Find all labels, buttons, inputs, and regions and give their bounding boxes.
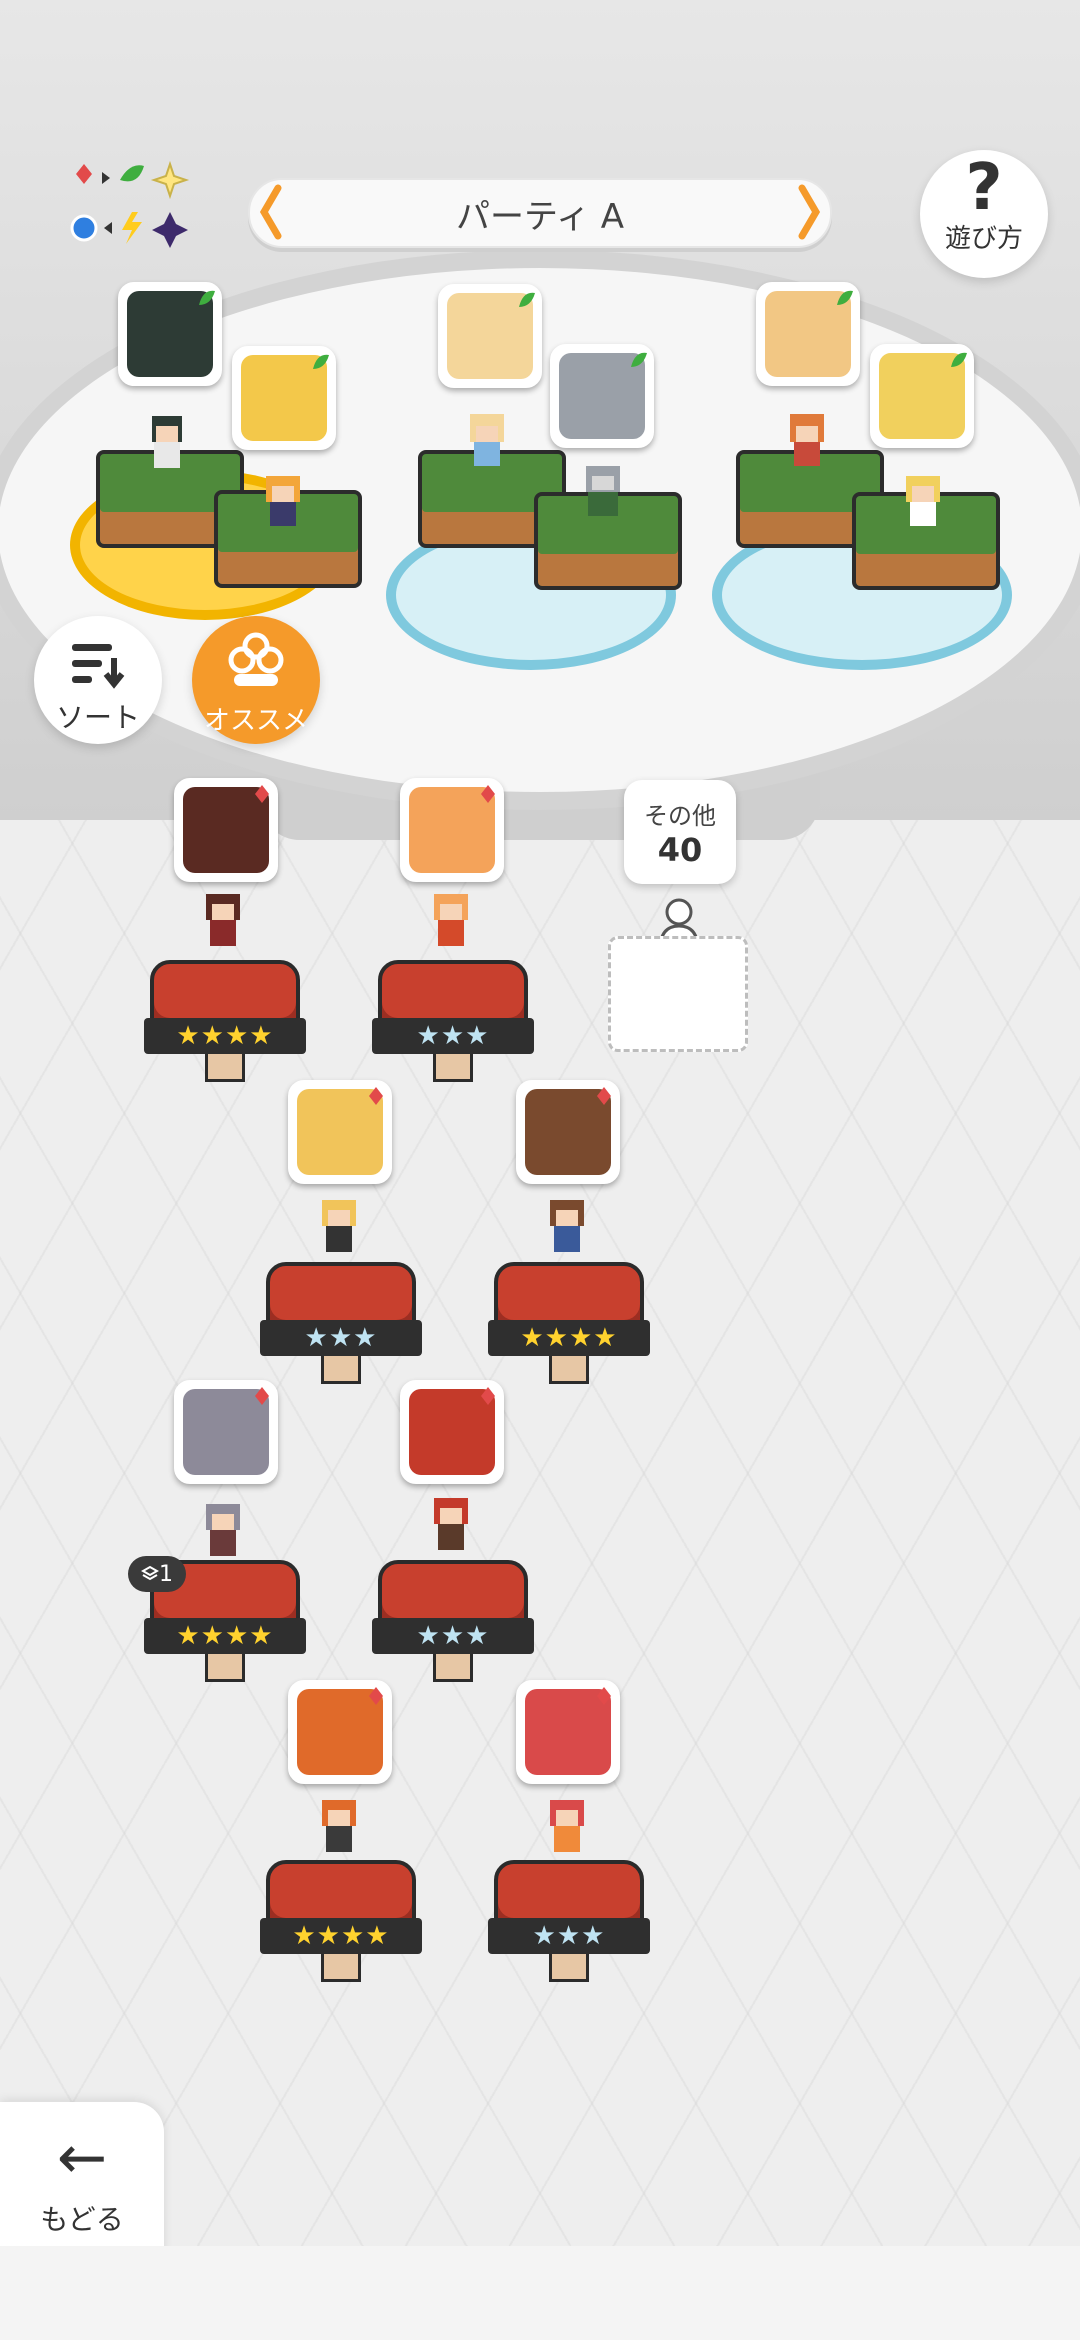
others-label: その他 — [644, 802, 716, 830]
unit-stand: ★★★ — [372, 960, 534, 1082]
fire-element-icon — [597, 1087, 611, 1105]
question-icon: ? — [965, 151, 1003, 225]
wind-element-icon — [951, 352, 967, 367]
rarity-stars: ★★★ — [488, 1918, 650, 1954]
unit-sprite — [322, 1200, 356, 1252]
unit-sprite — [322, 1800, 356, 1852]
flower-icon — [228, 632, 284, 686]
rarity-stars: ★★★ — [372, 1018, 534, 1054]
unit-sprite — [434, 1498, 468, 1550]
party-title: パーティ A — [455, 196, 625, 237]
rarity-stars: ★★★ — [372, 1618, 534, 1654]
back-label: もどる — [40, 2203, 124, 2236]
unit-stand: ★★★ — [260, 1262, 422, 1384]
unit-portrait[interactable] — [118, 282, 222, 386]
wind-element-icon — [199, 290, 215, 305]
help-button[interactable]: ? 遊び方 — [920, 150, 1048, 278]
wind-element-icon — [631, 352, 647, 367]
sort-label: ソート — [55, 701, 140, 734]
rarity-stars: ★★★ — [260, 1320, 422, 1356]
unit-portrait[interactable] — [756, 282, 860, 386]
unit-portrait[interactable] — [870, 344, 974, 448]
unit-sprite — [550, 1200, 584, 1252]
back-button[interactable]: ← もどる — [0, 2102, 164, 2262]
unit-stand: ★★★★ — [260, 1860, 422, 1982]
fire-element-icon — [255, 1387, 269, 1405]
unit-stand: ★★★★ — [488, 1262, 650, 1384]
unit-portrait[interactable] — [400, 778, 504, 882]
fire-element-icon — [255, 785, 269, 803]
stack-count: 1 — [159, 1561, 173, 1587]
unit-sprite — [470, 414, 504, 466]
unit-sprite — [266, 476, 300, 526]
recommend-button[interactable]: オススメ — [192, 616, 320, 744]
fire-element-icon — [481, 1387, 495, 1405]
fire-element-icon — [597, 1687, 611, 1705]
unit-sprite — [434, 894, 468, 946]
unit-stand: ★★★★ — [144, 960, 306, 1082]
unit-sprite — [790, 414, 824, 466]
unit-stand: ★★★ — [488, 1860, 650, 1982]
element-chart-icon[interactable] — [62, 160, 202, 250]
recommend-label: オススメ — [203, 706, 308, 736]
unit-portrait[interactable] — [438, 284, 542, 388]
unit-portrait[interactable] — [400, 1380, 504, 1484]
fire-element-icon — [369, 1087, 383, 1105]
unit-portrait[interactable] — [288, 1680, 392, 1784]
unit-portrait[interactable] — [174, 778, 278, 882]
unit-sprite — [206, 1504, 240, 1556]
rarity-stars: ★★★★ — [144, 1618, 306, 1654]
sort-icon — [72, 644, 125, 689]
stack-badge: 1 — [128, 1556, 186, 1592]
unit-sprite — [152, 416, 182, 468]
unit-portrait[interactable] — [174, 1380, 278, 1484]
unit-portrait[interactable] — [550, 344, 654, 448]
chevron-right-icon[interactable] — [798, 184, 822, 240]
unit-portrait[interactable] — [516, 1680, 620, 1784]
wind-element-icon — [837, 290, 853, 305]
help-label: 遊び方 — [944, 224, 1023, 254]
navigation-bar — [0, 2246, 1080, 2340]
sort-button[interactable]: ソート — [34, 616, 162, 744]
unit-stand: ★★★ — [372, 1560, 534, 1682]
others-placeholder[interactable] — [608, 896, 748, 1056]
wind-element-icon — [313, 354, 329, 369]
rarity-stars: ★★★★ — [260, 1918, 422, 1954]
others-count-bubble[interactable]: その他 40 — [624, 780, 736, 884]
party-selector: パーティ A — [248, 178, 832, 248]
rarity-stars: ★★★★ — [144, 1018, 306, 1054]
wind-element-icon — [519, 292, 535, 307]
fire-element-icon — [369, 1687, 383, 1705]
unit-sprite — [206, 894, 240, 946]
unit-sprite — [550, 1800, 584, 1852]
fire-element-icon — [481, 785, 495, 803]
unit-portrait[interactable] — [288, 1080, 392, 1184]
rarity-stars: ★★★★ — [488, 1320, 650, 1356]
unit-sprite — [586, 466, 620, 516]
layers-icon — [141, 1565, 159, 1581]
unit-portrait[interactable] — [516, 1080, 620, 1184]
unit-sprite — [906, 476, 940, 526]
chevron-left-icon[interactable] — [258, 184, 282, 240]
others-count: 40 — [657, 831, 703, 869]
unit-portrait[interactable] — [232, 346, 336, 450]
arrow-left-icon: ← — [56, 2123, 108, 2193]
